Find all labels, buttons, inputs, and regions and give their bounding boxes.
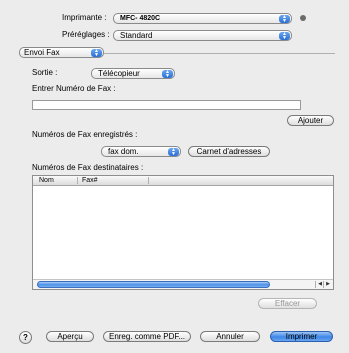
panel-value: Envoi Fax (24, 48, 60, 57)
saved-numbers-label: Numéros de Fax enregistrés : (32, 130, 138, 139)
printer-popup[interactable]: MFC- 4820C ▲ ▼ (113, 13, 292, 24)
output-popup[interactable]: Télécopieur ▲ ▼ (91, 68, 175, 79)
horizontal-scrollbar[interactable]: ◀ ▶ (33, 279, 333, 289)
column-divider (77, 177, 78, 184)
column-name[interactable]: Nom (39, 176, 54, 185)
saved-numbers-value: fax dom. (108, 147, 139, 156)
saved-numbers-popup[interactable]: fax dom. ▲ ▼ (101, 146, 181, 157)
column-divider (148, 177, 149, 184)
column-fax[interactable]: Fax# (82, 176, 98, 185)
save-as-pdf-button[interactable]: Enreg. comme PDF... (103, 331, 191, 342)
scroll-thumb[interactable] (37, 281, 270, 288)
output-value: Télécopieur (98, 69, 140, 78)
recipients-label: Numéros de Fax destinataires : (32, 163, 144, 172)
recipients-header: Nom Fax# (33, 176, 333, 186)
fax-entry-label: Entrer Numéro de Fax : (32, 84, 116, 93)
address-book-button[interactable]: Carnet d'adresses (188, 146, 270, 157)
print-button[interactable]: Imprimer (270, 331, 333, 342)
help-button[interactable]: ? (19, 331, 32, 344)
popup-arrows-icon: ▲ ▼ (162, 70, 173, 79)
printer-value: MFC- 4820C (120, 15, 161, 22)
delete-button[interactable]: Effacer (258, 298, 317, 309)
preview-button[interactable]: Aperçu (46, 331, 94, 342)
popup-arrows-icon: ▲ ▼ (279, 15, 290, 24)
output-label: Sortie : (32, 68, 58, 77)
panel-popup[interactable]: Envoi Fax ▲ ▼ (19, 47, 104, 58)
popup-arrows-icon: ▲ ▼ (91, 49, 102, 58)
fax-number-input[interactable] (32, 100, 301, 110)
presets-popup[interactable]: Standard ▲ ▼ (113, 30, 292, 41)
popup-arrows-icon: ▲ ▼ (279, 32, 290, 41)
printer-label: Imprimante : (62, 13, 107, 22)
popup-arrows-icon: ▲ ▼ (168, 148, 179, 157)
cancel-button[interactable]: Annuler (200, 331, 260, 342)
add-button[interactable]: Ajouter (287, 115, 334, 126)
presets-value: Standard (120, 31, 153, 40)
panel-separator (100, 53, 335, 54)
recipients-list[interactable]: Nom Fax# ◀ ▶ (32, 175, 334, 290)
scroll-right-icon[interactable]: ▶ (323, 281, 332, 288)
presets-label: Préréglages : (62, 30, 110, 39)
info-icon (300, 15, 306, 21)
